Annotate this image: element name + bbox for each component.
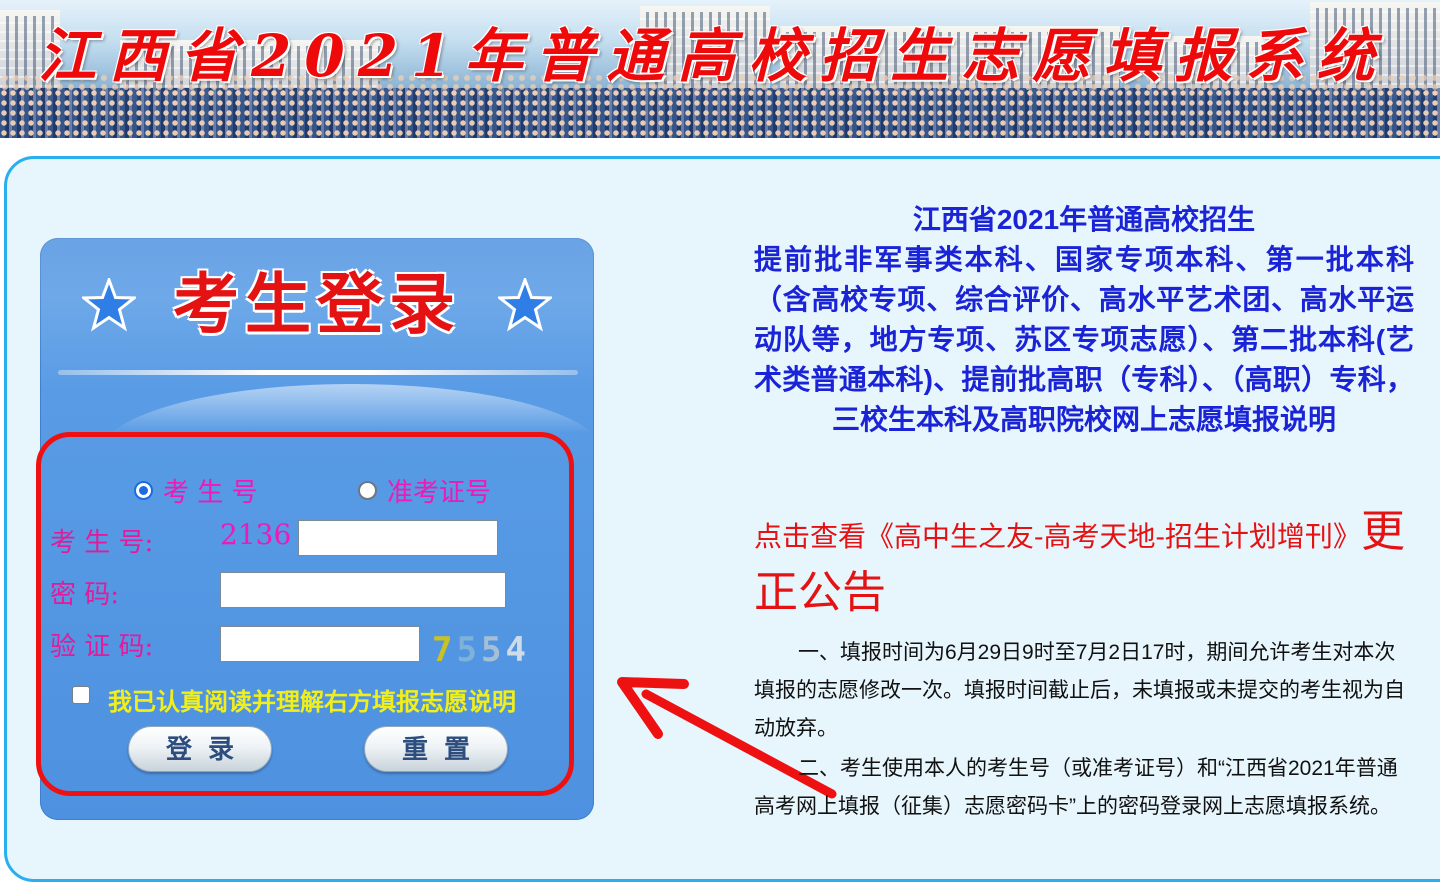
password-input[interactable] (220, 572, 506, 608)
correction-link-text[interactable]: 点击查看《高中生之友-高考天地-招生计划增刊》 (754, 520, 1361, 553)
captcha-digit: 7 (432, 630, 457, 670)
captcha-digit: 4 (505, 630, 530, 670)
radio-admission-no[interactable]: 准考证号 (358, 472, 491, 509)
header-banner: 江西省2021年普通高校招生志愿填报系统 (0, 0, 1440, 138)
correction-notice-link[interactable]: 点击查看《高中生之友-高考天地-招生计划增刊》更正公告 (754, 504, 1414, 626)
captcha-input[interactable] (220, 626, 420, 662)
notice-paragraph-1: 一、填报时间为6月29日9时至7月2日17时，期间允许考生对本次填报的志愿修改一… (754, 641, 1405, 740)
exam-no-prefix: 2136 (220, 518, 292, 551)
captcha-label: 验 证 码: (50, 632, 154, 662)
radio-exam-no[interactable]: 考 生 号 (134, 472, 258, 509)
login-divider (58, 370, 578, 375)
radio-admission-no-label[interactable]: 准考证号 (387, 478, 491, 508)
notice-paragraph-2: 二、考生使用本人的考生号（或准考证号）和“江西省2021年普通高考网上填报（征集… (754, 757, 1398, 818)
radio-admission-no-button[interactable] (358, 481, 377, 500)
captcha-digit: 5 (456, 630, 481, 670)
notice-heading-body: 提前批非军事类本科、国家专项本科、第一批本科（含高校专项、综合评价、高水平艺术团… (754, 244, 1414, 435)
captcha-digit: 5 (480, 630, 506, 670)
radio-exam-no-label[interactable]: 考 生 号 (163, 478, 258, 508)
star-icon (498, 278, 552, 332)
agree-label[interactable]: 我已认真阅读并理解右方填报志愿说明 (108, 682, 516, 717)
agree-checkbox[interactable] (72, 686, 90, 704)
notice-heading-line1: 江西省2021年普通高校招生 (912, 204, 1256, 235)
exam-no-input[interactable] (298, 520, 498, 556)
radio-exam-no-button[interactable] (134, 481, 153, 500)
password-label: 密 码: (50, 580, 120, 610)
system-title: 江西省2021年普通高校招生志愿填报系统 (38, 22, 1388, 90)
exam-no-label: 考 生 号: (50, 528, 154, 558)
reset-button[interactable]: 重置 (364, 726, 508, 772)
login-button[interactable]: 登录 (128, 726, 272, 772)
captcha-image[interactable]: 7554 (432, 630, 530, 670)
notice-heading: 江西省2021年普通高校招生 提前批非军事类本科、国家专项本科、第一批本科（含高… (754, 200, 1414, 440)
